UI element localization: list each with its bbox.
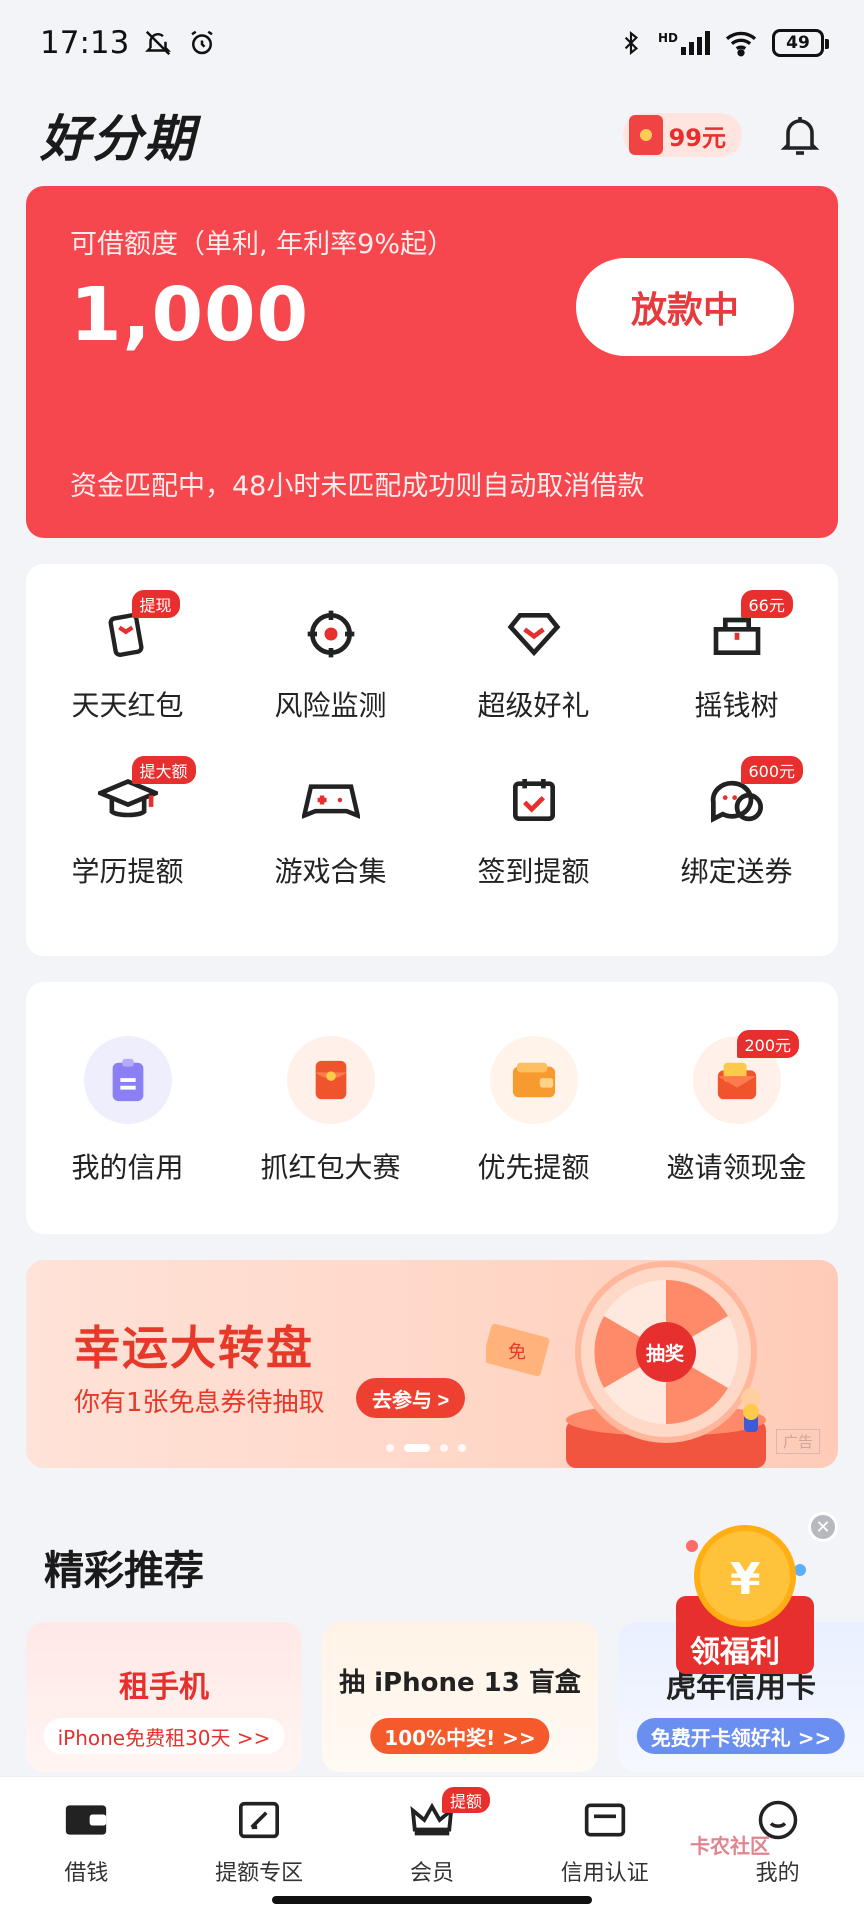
silent-bell-icon: [145, 30, 172, 56]
features-panel: 我的信用 抓红包大赛 优先提额 200元 邀请领现金: [26, 982, 838, 1234]
welfare-float-button[interactable]: ¥ 领福利: [670, 1506, 820, 1686]
feature-priority-boost[interactable]: 优先提额: [432, 1036, 635, 1186]
ticket-label: 免: [508, 1342, 526, 1363]
coin-gift-icon: ¥ 领福利: [676, 1525, 814, 1674]
banner-subtitle: 你有1张免息券待抽取: [74, 1388, 325, 1418]
nav-label: 提额专区: [215, 1861, 304, 1886]
feature-label: 抓红包大赛: [260, 1151, 401, 1184]
wallet-nav-icon: [66, 1805, 107, 1835]
id-card-icon: [584, 1803, 625, 1837]
badge: 600元: [740, 756, 804, 784]
nav-badge: 提额: [441, 1787, 490, 1813]
diamond-icon: [507, 613, 560, 657]
recommend-card-iphone-blindbox[interactable]: 抽 iPhone 13 盲盒 100%中奖! >>: [322, 1622, 598, 1772]
service-label: 摇钱树: [694, 689, 779, 722]
feature-label: 邀请领现金: [666, 1151, 807, 1184]
service-label: 风险监测: [274, 689, 387, 722]
service-label: 超级好礼: [477, 689, 590, 722]
clock: 17:13: [40, 25, 130, 61]
card-pill: 100%中奖! >>: [370, 1718, 550, 1754]
bluetooth-icon: [624, 30, 639, 56]
clipboard-icon: [112, 1058, 143, 1102]
banner-title: 幸运大转盘: [74, 1321, 314, 1375]
credit-limit-label: 可借额度（单利, 年利率9%起）: [70, 229, 454, 260]
section-title: 精彩推荐: [44, 1548, 204, 1594]
close-icon[interactable]: ✕: [808, 1512, 838, 1542]
alarm-icon: [191, 30, 214, 55]
service-checkin-boost[interactable]: 签到提额: [432, 768, 635, 890]
watermark-logo: 卡农社区: [690, 1834, 770, 1858]
gamepad-icon: [301, 784, 360, 819]
service-label: 天天红包: [71, 689, 184, 722]
badge: 200元: [736, 1030, 800, 1058]
app-logo: 好分期: [40, 110, 196, 168]
card-title: 租手机: [119, 1670, 209, 1705]
service-education-boost[interactable]: 提大额 学历提额: [26, 756, 229, 890]
status-bar: 17:13 HD 49: [0, 0, 864, 86]
lucky-wheel-banner[interactable]: 幸运大转盘 你有1张免息券待抽取 去参与 > 免 抽奖 广告: [26, 1260, 838, 1468]
service-bind-coupon[interactable]: 600元 绑定送券: [635, 756, 838, 890]
credit-limit-amount: 1,000: [70, 272, 310, 358]
bell-icon[interactable]: [776, 111, 824, 159]
service-game-collection[interactable]: 游戏合集: [229, 768, 432, 890]
service-label: 绑定送券: [680, 855, 793, 888]
coin-symbol: ¥: [730, 1554, 761, 1605]
wallet-icon: [512, 1062, 555, 1098]
network-type: HD: [657, 31, 678, 45]
edit-square-icon: [239, 1801, 280, 1839]
nav-label: 借钱: [64, 1861, 109, 1886]
services-panel: 提现 天天红包 风险监测 超级好礼 66元 摇钱树 提大额 学历提额 游戏合集 …: [26, 564, 838, 956]
service-daily-redpacket[interactable]: 提现 天天红包: [26, 590, 229, 724]
badge: 66元: [740, 590, 793, 618]
signal-icon: HD: [658, 31, 710, 55]
service-super-gift[interactable]: 超级好礼: [432, 602, 635, 724]
lucky-wheel-illustration: 免 抽奖: [486, 1261, 766, 1468]
feature-redpacket-contest[interactable]: 抓红包大赛: [229, 1036, 432, 1186]
wheel-label: 抽奖: [646, 1342, 685, 1365]
feature-invite-cash[interactable]: 200元 邀请领现金: [635, 1030, 838, 1186]
loan-notice: 资金匹配中，48小时未匹配成功则自动取消借款: [70, 471, 645, 502]
calendar-check-icon: [512, 779, 555, 821]
feature-my-credit[interactable]: 我的信用: [26, 1036, 229, 1186]
target-icon: [307, 610, 354, 658]
welfare-label: 领福利: [690, 1635, 780, 1670]
home-indicator[interactable]: [272, 1896, 592, 1904]
loan-card: 可借额度（单利, 年利率9%起） 1,000 放款中 资金匹配中，48小时未匹配…: [26, 186, 838, 538]
badge: 提现: [131, 590, 180, 618]
nav-label: 我的: [755, 1861, 800, 1886]
service-label: 游戏合集: [274, 855, 387, 888]
badge: 提大额: [131, 756, 196, 784]
service-label: 学历提额: [71, 855, 184, 888]
nav-label: 信用认证: [560, 1861, 649, 1886]
join-button[interactable]: 去参与 >: [356, 1378, 466, 1418]
red-envelope-icon: [628, 115, 663, 155]
app-header: 好分期 99元: [0, 90, 864, 180]
card-pill: 免费开卡领好礼 >>: [636, 1718, 846, 1754]
nav-label: 会员: [409, 1861, 454, 1886]
cash-envelope-icon: [717, 1062, 756, 1100]
wifi-icon: [725, 31, 757, 57]
ad-label: 广告: [775, 1429, 820, 1454]
service-label: 签到提额: [477, 855, 590, 888]
card-pill: iPhone免费租30天 >>: [43, 1718, 285, 1754]
carousel-dots: [386, 1444, 466, 1452]
nav-borrow[interactable]: 借钱: [0, 1797, 172, 1920]
redpacket-icon: [315, 1060, 346, 1100]
service-money-tree[interactable]: 66元 摇钱树: [635, 590, 838, 724]
service-risk-monitor[interactable]: 风险监测: [229, 602, 432, 724]
feature-label: 我的信用: [71, 1151, 184, 1184]
redpacket-entry[interactable]: 99元: [622, 113, 742, 157]
recommend-card-rent-phone[interactable]: 租手机 iPhone免费租30天 >>: [26, 1622, 302, 1772]
card-title: 抽 iPhone 13 盲盒: [339, 1668, 581, 1698]
feature-label: 优先提额: [477, 1151, 590, 1184]
redpacket-amount: 99元: [668, 123, 726, 152]
battery-indicator: 49: [772, 29, 829, 57]
loan-status-button[interactable]: 放款中: [576, 258, 794, 356]
